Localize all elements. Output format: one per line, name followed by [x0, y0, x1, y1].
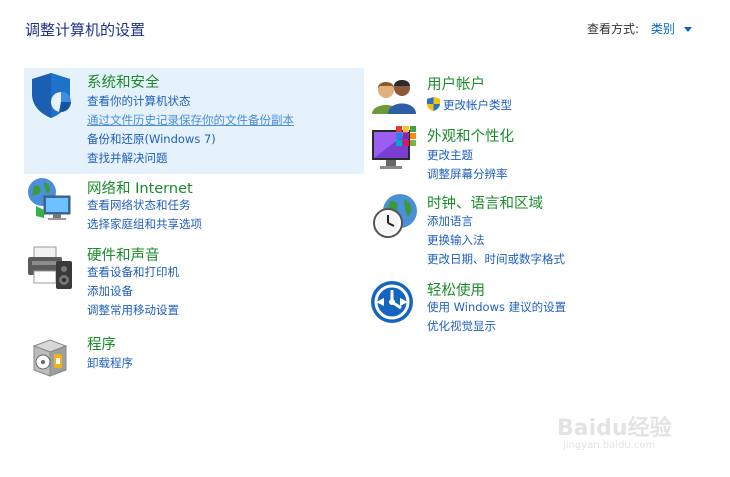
category-title[interactable]: 网络和 Internet [87, 177, 193, 198]
monitor-colors-icon[interactable] [370, 124, 420, 174]
network-globe-icon[interactable] [26, 176, 76, 226]
category-title[interactable]: 硬件和声音 [87, 244, 160, 265]
link-devices-printers[interactable]: 查看设备和打印机 [87, 264, 179, 280]
watermark-url: jingyan.baidu.com [563, 440, 656, 451]
link-view-computer-status[interactable]: 查看你的计算机状态 [87, 93, 191, 109]
category-title[interactable]: 轻松使用 [427, 279, 485, 300]
view-by-label: 查看方式: [587, 22, 640, 36]
link-optimize-visual-display[interactable]: 优化视觉显示 [427, 318, 496, 334]
link-troubleshoot[interactable]: 查找并解决问题 [87, 150, 168, 166]
category-title[interactable]: 时钟、语言和区域 [427, 192, 543, 213]
page-title: 调整计算机的设置 [25, 21, 146, 39]
link-recommended-settings[interactable]: 使用 Windows 建议的设置 [427, 299, 566, 315]
link-change-account-type[interactable]: 更改帐户类型 [443, 97, 512, 113]
ease-of-access-icon[interactable] [370, 278, 420, 328]
link-network-status[interactable]: 查看网络状态和任务 [87, 197, 191, 213]
link-mobility-settings[interactable]: 调整常用移动设置 [87, 302, 179, 318]
link-screen-resolution[interactable]: 调整屏幕分辨率 [427, 166, 508, 182]
link-homegroup-sharing[interactable]: 选择家庭组和共享选项 [87, 216, 202, 232]
link-date-time-format[interactable]: 更改日期、时间或数字格式 [427, 251, 565, 267]
category-title[interactable]: 系统和安全 [87, 71, 160, 92]
category-title[interactable]: 用户帐户 [427, 73, 485, 94]
link-change-input-method[interactable]: 更换输入法 [427, 232, 485, 248]
category-title[interactable]: 程序 [87, 333, 116, 354]
link-uninstall-program[interactable]: 卸载程序 [87, 355, 133, 371]
clock-globe-icon[interactable] [370, 191, 420, 241]
view-by-control[interactable]: 查看方式: 类别 [587, 20, 692, 37]
view-by-dropdown[interactable]: 类别 [651, 22, 675, 36]
link-file-history-backup[interactable]: 通过文件历史记录保存你的文件备份副本 [87, 112, 294, 128]
link-change-theme[interactable]: 更改主题 [427, 147, 473, 163]
shield-icon[interactable] [26, 70, 76, 120]
printer-speaker-icon[interactable] [26, 243, 76, 293]
link-add-language[interactable]: 添加语言 [427, 213, 473, 229]
programs-box-icon[interactable] [26, 332, 76, 382]
watermark-text: Baidu经验 [557, 416, 672, 441]
chevron-down-icon[interactable] [683, 27, 692, 32]
category-title[interactable]: 外观和个性化 [427, 125, 514, 146]
uac-shield-icon [427, 97, 440, 111]
link-add-device[interactable]: 添加设备 [87, 283, 133, 299]
link-backup-restore[interactable]: 备份和还原(Windows 7) [87, 131, 216, 147]
baidu-watermark: Baidu经验 jingyan.baidu.com [557, 400, 697, 462]
users-icon[interactable] [370, 72, 420, 122]
